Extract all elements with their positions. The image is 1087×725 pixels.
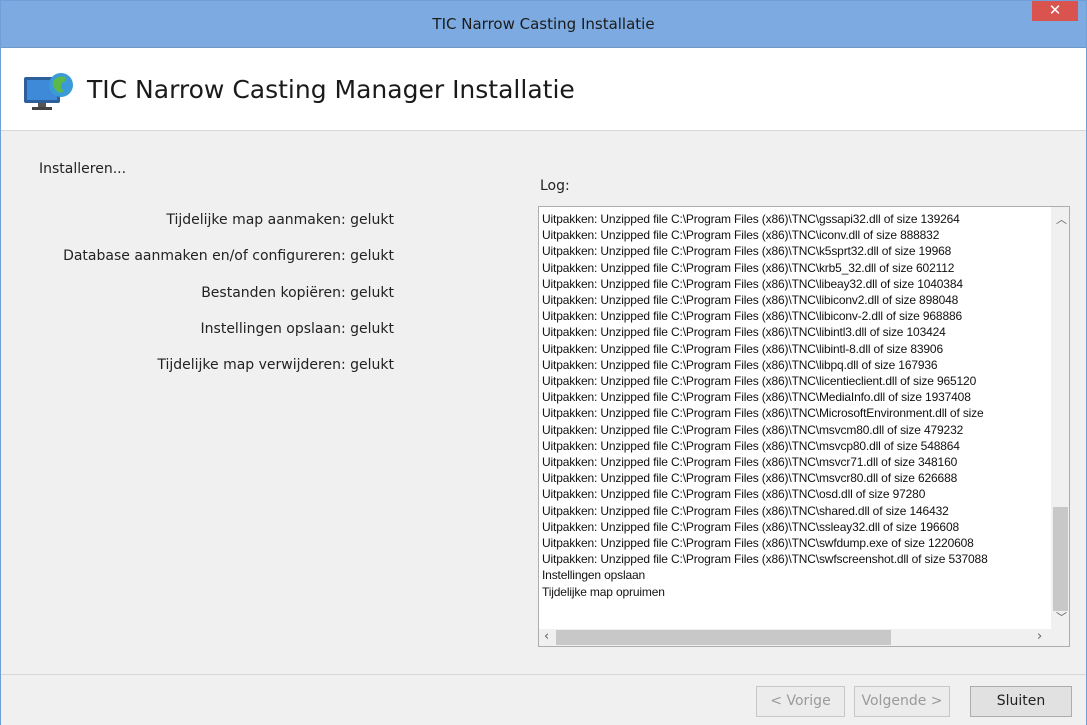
- horizontal-scrollbar[interactable]: ‹ ›: [539, 629, 1052, 646]
- log-line: Uitpakken: Unzipped file C:\Program File…: [542, 325, 946, 340]
- log-line: Uitpakken: Unzipped file C:\Program File…: [542, 406, 984, 421]
- step-row: Instellingen opslaan: gelukt: [201, 321, 394, 337]
- installer-window: TIC Narrow Casting Installatie ✕ TIC Nar…: [0, 0, 1087, 725]
- log-textarea[interactable]: Uitpakken: Unzipped file C:\Program File…: [538, 206, 1070, 647]
- previous-button[interactable]: < Vorige: [756, 686, 845, 717]
- step-label: Tijdelijke map aanmaken:: [166, 212, 346, 228]
- step-row: Tijdelijke map verwijderen: gelukt: [157, 357, 394, 373]
- log-line: Uitpakken: Unzipped file C:\Program File…: [542, 422, 964, 437]
- vertical-scroll-thumb[interactable]: [1053, 507, 1068, 611]
- log-line: Uitpakken: Unzipped file C:\Program File…: [542, 212, 960, 226]
- step-row: Database aanmaken en/of configureren: ge…: [63, 248, 394, 264]
- footer-bar: < Vorige Volgende > Sluiten: [1, 674, 1086, 725]
- step-result: gelukt: [350, 248, 394, 264]
- log-line: Uitpakken: Unzipped file C:\Program File…: [542, 438, 960, 453]
- log-lines: Uitpakken: Unzipped file C:\Program File…: [542, 211, 1053, 628]
- log-line: Uitpakken: Unzipped file C:\Program File…: [542, 552, 988, 567]
- log-line: Uitpakken: Unzipped file C:\Program File…: [542, 309, 963, 324]
- scroll-left-icon[interactable]: ‹: [544, 629, 549, 644]
- log-line: Uitpakken: Unzipped file C:\Program File…: [542, 471, 958, 486]
- close-button[interactable]: Sluiten: [970, 686, 1072, 717]
- log-line: Uitpakken: Unzipped file C:\Program File…: [542, 244, 952, 259]
- close-window-button[interactable]: ✕: [1032, 1, 1078, 21]
- log-line: Uitpakken: Unzipped file C:\Program File…: [542, 228, 940, 243]
- log-line: Uitpakken: Unzipped file C:\Program File…: [542, 455, 958, 470]
- log-line: Uitpakken: Unzipped file C:\Program File…: [542, 519, 960, 534]
- step-label: Tijdelijke map verwijderen:: [157, 357, 346, 373]
- log-line: Uitpakken: Unzipped file C:\Program File…: [542, 357, 938, 372]
- log-line: Instellingen opslaan: [542, 568, 646, 583]
- scroll-down-icon[interactable]: ﹀: [1056, 609, 1067, 625]
- step-result: gelukt: [350, 285, 394, 301]
- monitor-globe-icon: [24, 73, 73, 110]
- step-label: Bestanden kopiëren:: [201, 285, 346, 301]
- header-banner: TIC Narrow Casting Manager Installatie: [1, 48, 1086, 131]
- log-line: Uitpakken: Unzipped file C:\Program File…: [542, 390, 971, 405]
- log-line: Uitpakken: Unzipped file C:\Program File…: [542, 503, 949, 518]
- horizontal-scroll-thumb[interactable]: [556, 630, 891, 645]
- log-line: Uitpakken: Unzipped file C:\Program File…: [542, 293, 959, 308]
- step-result: gelukt: [350, 212, 394, 228]
- scroll-up-icon[interactable]: ︿: [1056, 211, 1067, 227]
- log-line: Uitpakken: Unzipped file C:\Program File…: [542, 260, 955, 275]
- step-result: gelukt: [350, 321, 394, 337]
- scroll-corner: [1052, 629, 1069, 646]
- title-bar[interactable]: TIC Narrow Casting Installatie ✕: [1, 1, 1086, 48]
- log-label: Log:: [540, 178, 570, 194]
- log-line: Uitpakken: Unzipped file C:\Program File…: [542, 341, 943, 356]
- vertical-scrollbar[interactable]: ︿ ﹀: [1051, 207, 1069, 629]
- log-line: Uitpakken: Unzipped file C:\Program File…: [542, 374, 977, 389]
- log-line: Uitpakken: Unzipped file C:\Program File…: [542, 536, 974, 551]
- next-button[interactable]: Volgende >: [854, 686, 950, 717]
- status-text: Installeren...: [39, 161, 127, 177]
- step-row: Bestanden kopiëren: gelukt: [201, 285, 394, 301]
- scroll-right-icon[interactable]: ›: [1037, 629, 1042, 644]
- log-line: Uitpakken: Unzipped file C:\Program File…: [542, 487, 926, 502]
- window-title: TIC Narrow Casting Installatie: [432, 15, 655, 33]
- step-label: Database aanmaken en/of configureren:: [63, 248, 346, 264]
- log-line: Tijdelijke map opruimen: [542, 584, 665, 599]
- header-title: TIC Narrow Casting Manager Installatie: [87, 75, 575, 104]
- log-line: Uitpakken: Unzipped file C:\Program File…: [542, 276, 963, 291]
- step-result: gelukt: [350, 357, 394, 373]
- step-label: Instellingen opslaan:: [200, 321, 346, 337]
- step-row: Tijdelijke map aanmaken: gelukt: [166, 212, 394, 228]
